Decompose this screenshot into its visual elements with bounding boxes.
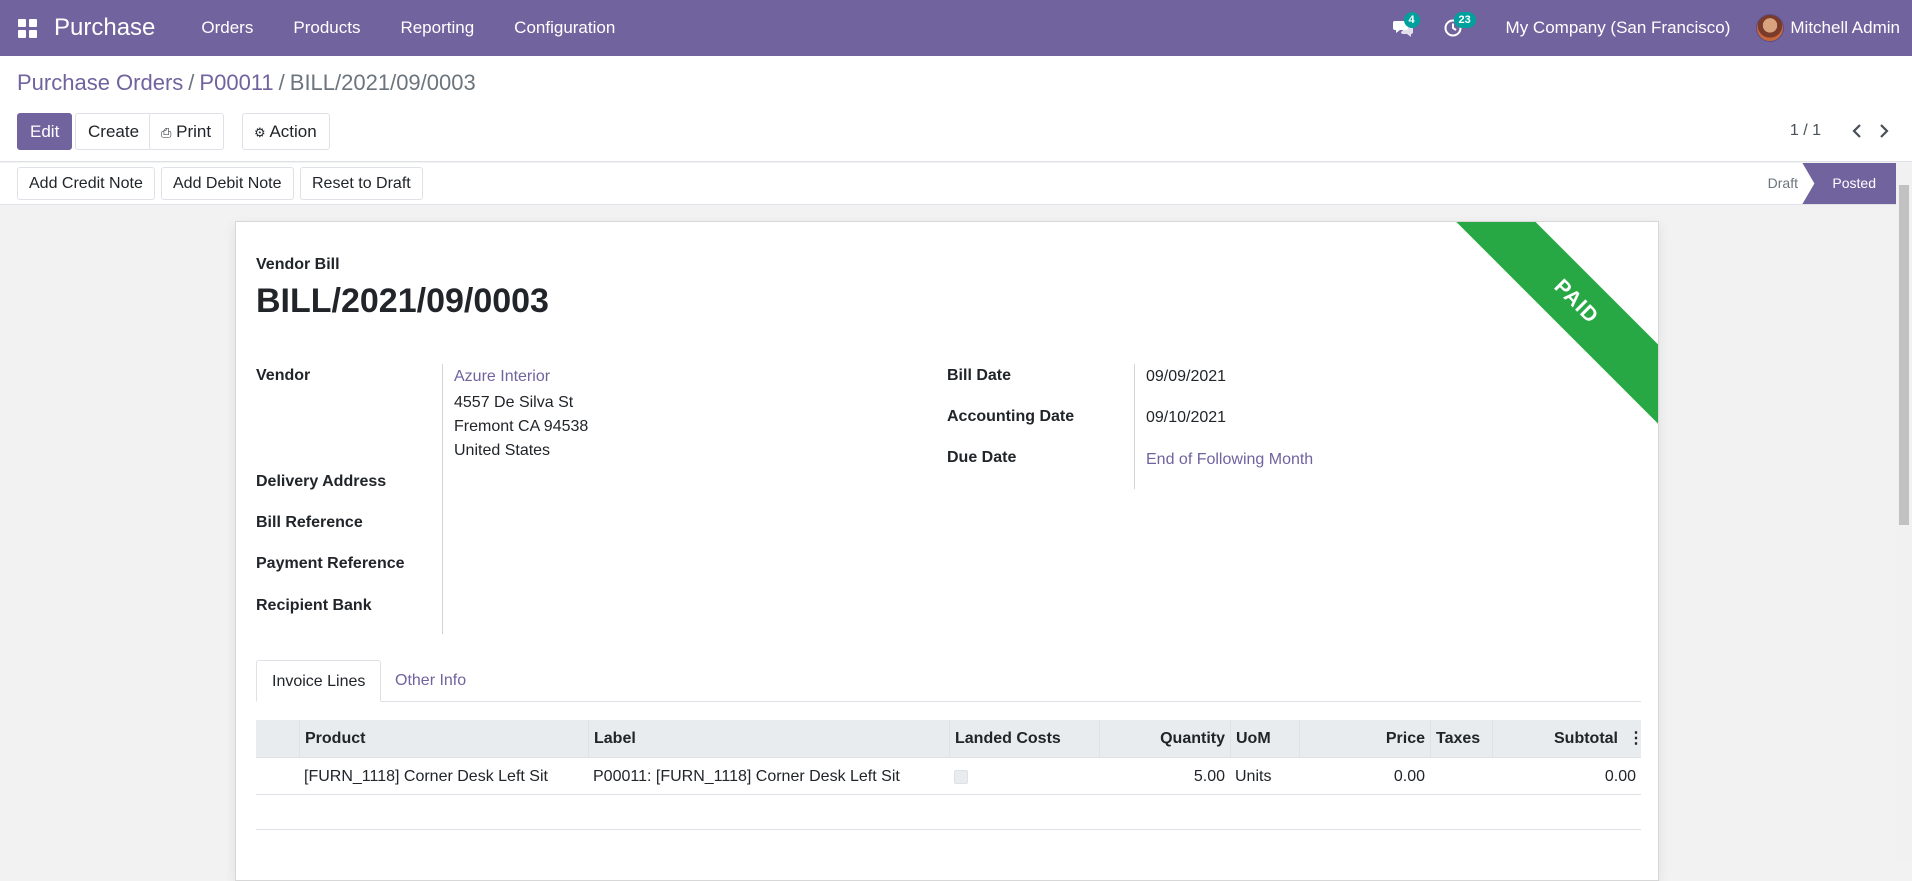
accounting-date-label: Accounting Date	[947, 408, 1075, 425]
form-statusbar: Add Credit Note Add Debit Note Reset to …	[0, 163, 1912, 205]
column-price[interactable]: Price	[1299, 720, 1430, 758]
bill-form-sheet: PAID Vendor Bill BILL/2021/09/0003 Vendo…	[235, 221, 1659, 881]
reset-to-draft-button[interactable]: Reset to Draft	[300, 167, 423, 200]
stage-posted: Posted	[1802, 163, 1896, 204]
breadcrumb: Purchase Orders / P00011/BILL/2021/09/0003	[17, 70, 476, 95]
column-product[interactable]: Product	[299, 720, 588, 758]
messages-icon[interactable]: 4	[1378, 0, 1428, 56]
invoice-lines-header: Product Label Landed Costs Quantity UoM …	[256, 720, 1644, 758]
notebook-tabs: Invoice Lines Other Info	[256, 660, 1641, 702]
gear-icon: ⚙	[254, 125, 266, 140]
breadcrumb-po[interactable]: P00011	[199, 70, 273, 95]
add-debit-note-button[interactable]: Add Debit Note	[161, 167, 294, 200]
cell-subtotal: 0.00	[1604, 768, 1636, 785]
menu-reporting[interactable]: Reporting	[380, 0, 494, 56]
print-icon: ⎙	[161, 125, 172, 140]
menu-products[interactable]: Products	[273, 0, 380, 56]
apps-menu-icon[interactable]	[0, 0, 54, 56]
company-switcher[interactable]: My Company (San Francisco)	[1478, 18, 1757, 38]
app-brand[interactable]: Purchase	[54, 14, 155, 42]
chevron-left-icon[interactable]	[1847, 118, 1867, 144]
recipient-bank-label: Recipient Bank	[256, 597, 372, 614]
breadcrumb-purchase-orders[interactable]: Purchase Orders	[17, 70, 183, 95]
activities-clock-icon[interactable]: 23	[1428, 0, 1478, 56]
edit-button[interactable]: Edit	[17, 113, 73, 150]
cell-label: P00011: [FURN_1118] Corner Desk Left Sit	[593, 768, 900, 785]
empty-row	[256, 795, 1641, 830]
user-name: Mitchell Admin	[1790, 18, 1900, 37]
activities-badge: 23	[1453, 12, 1476, 28]
paid-ribbon: PAID	[1450, 222, 1658, 428]
systray: 4 23 My Company (San Francisco) Mitchell…	[1378, 0, 1912, 56]
add-credit-note-button[interactable]: Add Credit Note	[17, 167, 155, 200]
column-quantity[interactable]: Quantity	[1099, 720, 1230, 758]
messages-badge: 4	[1403, 12, 1420, 28]
vendor-address-city: Fremont CA 94538	[454, 418, 589, 435]
chevron-right-icon[interactable]	[1874, 118, 1894, 144]
document-type: Vendor Bill	[256, 256, 340, 273]
accounting-date-field[interactable]: 09/10/2021	[1146, 409, 1226, 427]
avatar	[1756, 14, 1785, 42]
page-scrollbar[interactable]	[1896, 163, 1912, 861]
vendor-field[interactable]: Azure Interior	[454, 368, 550, 386]
print-button[interactable]: ⎙ Print	[149, 113, 225, 150]
top-navbar: Purchase Orders Products Reporting Confi…	[0, 0, 1912, 56]
tab-invoice-lines[interactable]: Invoice Lines	[256, 660, 382, 702]
cell-taxes	[1430, 758, 1492, 795]
due-date-label: Due Date	[947, 449, 1017, 466]
tab-other-info[interactable]: Other Info	[380, 660, 481, 702]
print-label: Print	[176, 122, 212, 141]
vendor-address-country: United States	[454, 442, 551, 459]
bill-reference-label: Bill Reference	[256, 514, 363, 531]
pager-value[interactable]: 1 / 1	[1790, 122, 1821, 140]
payment-reference-label: Payment Reference	[256, 555, 405, 572]
cell-landed-costs-checkbox	[954, 770, 968, 784]
action-label: Action	[269, 122, 317, 141]
due-date-field[interactable]: End of Following Month	[1146, 451, 1313, 469]
column-subtotal[interactable]: Subtotal	[1492, 720, 1623, 758]
vendor-label: Vendor	[256, 367, 311, 384]
optional-columns-icon[interactable]: ⋮	[1623, 720, 1644, 758]
cell-product: [FURN_1118] Corner Desk Left Sit	[304, 768, 548, 785]
breadcrumb-current: BILL/2021/09/0003	[289, 70, 476, 95]
table-row[interactable]: [FURN_1118] Corner Desk Left Sit P00011:…	[256, 758, 1641, 795]
cell-uom: Units	[1235, 768, 1272, 785]
user-menu[interactable]: Mitchell Admin	[1756, 14, 1912, 42]
menu-configuration[interactable]: Configuration	[494, 0, 635, 56]
cell-quantity: 5.00	[1193, 768, 1225, 785]
create-button[interactable]: Create	[75, 113, 153, 150]
cell-price: 0.00	[1393, 768, 1425, 785]
column-uom[interactable]: UoM	[1230, 720, 1299, 758]
column-landed-costs[interactable]: Landed Costs	[949, 720, 1099, 758]
control-panel: Purchase Orders / P00011/BILL/2021/09/0003…	[0, 56, 1912, 162]
column-label[interactable]: Label	[588, 720, 949, 758]
column-taxes[interactable]: Taxes	[1430, 720, 1492, 758]
action-button[interactable]: ⚙ Action	[242, 113, 330, 150]
bill-number: BILL/2021/09/0003	[256, 282, 549, 320]
delivery-address-label: Delivery Address	[256, 473, 387, 490]
vendor-address-street: 4557 De Silva St	[454, 394, 574, 411]
bill-date-label: Bill Date	[947, 367, 1012, 384]
bill-date-field[interactable]: 09/09/2021	[1146, 368, 1226, 386]
menu-orders[interactable]: Orders	[181, 0, 273, 56]
stage-draft[interactable]: Draft	[1768, 163, 1798, 204]
